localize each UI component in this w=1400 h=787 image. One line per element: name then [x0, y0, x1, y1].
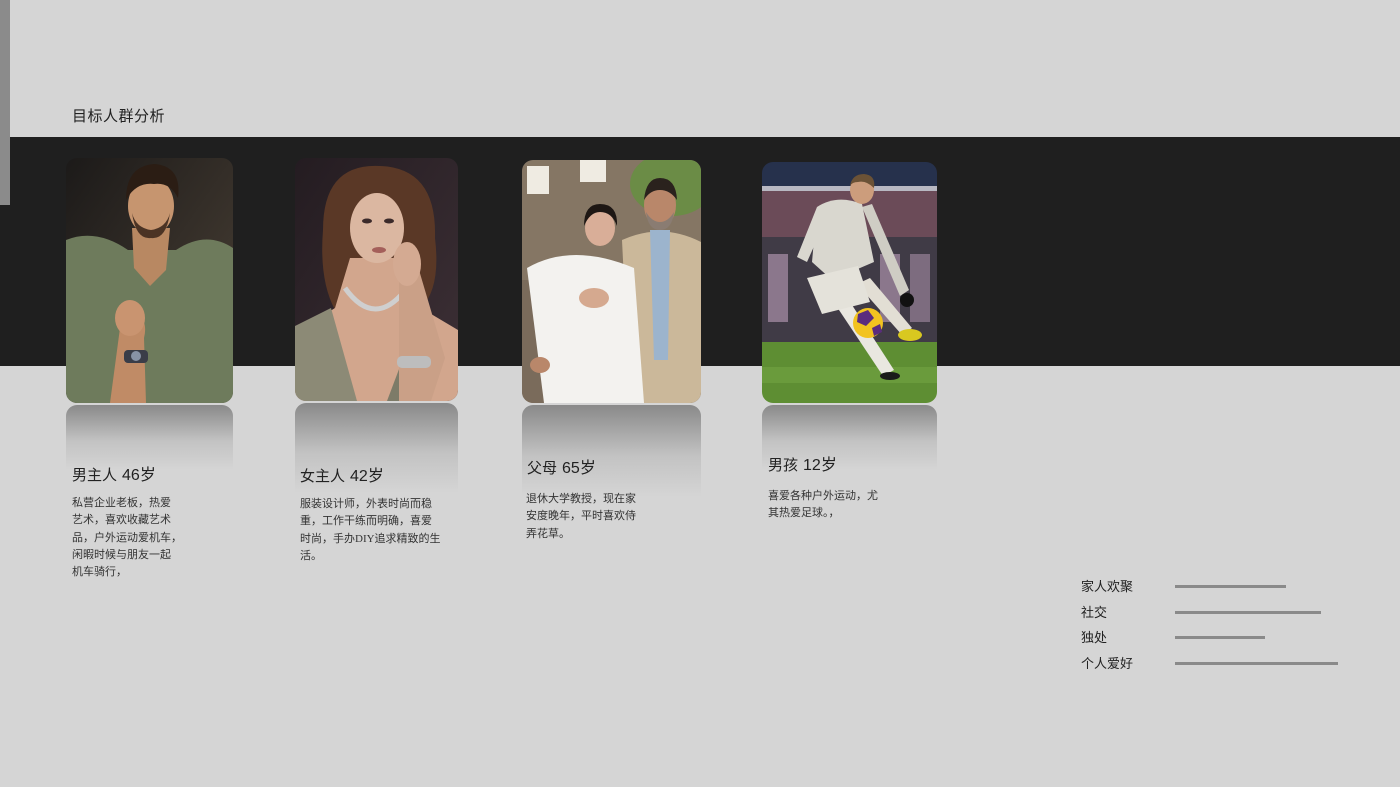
caption-age: 42岁 — [350, 468, 384, 485]
description-line: 重，工作干练而明确，喜爱 — [300, 515, 432, 528]
description-line: 喜爱各种户外运动，尤 — [768, 490, 878, 502]
watch-face — [131, 351, 141, 361]
caption-boy: 男孩 12岁 — [768, 456, 837, 476]
activity-bar — [1175, 636, 1266, 640]
description-line: 退休大学教授，现在家 — [526, 493, 636, 505]
activity-label: 社交 — [1081, 604, 1108, 620]
photo-card-boy — [762, 162, 937, 403]
boot — [880, 372, 900, 380]
photo-boy — [762, 162, 937, 403]
ad-board-letter — [768, 254, 788, 322]
activity-label: 家人欢聚 — [1081, 579, 1134, 594]
activity-row: 社交 — [1081, 600, 1351, 626]
caption-role: 男孩 — [768, 458, 799, 474]
photo-card-mother — [295, 158, 458, 401]
description-boy: 喜爱各种户外运动，尤 其热爱足球。， — [768, 488, 878, 523]
description-line: 安度晚年，平时喜欢侍 — [526, 510, 636, 523]
photo-father — [66, 158, 233, 403]
description-father: 私营企业老板，热爱 艺术，喜欢收藏艺术 品，户外运动爱机车， 闲暇时候与朋友一起… — [72, 495, 182, 581]
activity-bar — [1175, 662, 1339, 666]
window — [580, 160, 606, 182]
description-line: 弄花草。 — [526, 527, 570, 540]
hands — [579, 288, 609, 308]
hand — [393, 242, 421, 286]
description-parents: 退休大学教授，现在家 安度晚年，平时喜欢侍 弄花草。 — [526, 491, 636, 543]
glove — [900, 293, 914, 307]
caption-age: 12岁 — [803, 457, 837, 474]
activity-row: 独处 — [1081, 625, 1351, 651]
photo-card-father — [66, 158, 233, 403]
photo-card-parents — [522, 160, 701, 403]
photo-reflection — [66, 405, 233, 470]
caption-age: 65岁 — [562, 460, 596, 477]
boot — [898, 329, 922, 341]
photo-reflection — [522, 405, 701, 497]
activity-track — [1175, 585, 1345, 588]
description-line: 机车骑行， — [72, 566, 127, 579]
window — [527, 166, 549, 194]
caption-age: 46岁 — [122, 467, 156, 484]
hand — [115, 300, 145, 336]
slide: 目标人群分析 男主人 46岁 女主人 42岁 父母 65岁 男孩 12岁 私营企… — [0, 0, 1400, 787]
eye — [362, 218, 372, 224]
eye — [384, 218, 394, 224]
caption-parents: 父母 65岁 — [527, 459, 596, 479]
description-line: 其热爱足球。， — [768, 507, 840, 520]
page-title: 目标人群分析 — [72, 109, 166, 125]
white-coat — [527, 255, 644, 403]
activity-label: 独处 — [1081, 630, 1108, 646]
activity-track — [1175, 662, 1345, 666]
description-line: 服装设计师，外表时尚而稳 — [300, 498, 432, 510]
caption-mother: 女主人 42岁 — [300, 467, 384, 487]
description-line: 艺术，喜欢收藏艺术 — [72, 514, 171, 527]
bracelet — [397, 356, 431, 368]
ad-board-letter — [910, 254, 930, 322]
activity-track — [1175, 610, 1345, 614]
caption-role: 女主人 — [300, 469, 346, 485]
activity-row: 个人爱好 — [1081, 651, 1351, 677]
activity-bar — [1175, 585, 1286, 588]
rail — [762, 186, 937, 191]
crowd — [762, 162, 937, 190]
grass-stripe — [762, 367, 937, 383]
caption-role: 父母 — [527, 461, 558, 477]
description-line: 时尚，手办DIY追求精致的生 — [300, 532, 441, 545]
description-line: 私营企业老板，热爱 — [72, 497, 171, 509]
caption-role: 男主人 — [72, 468, 118, 484]
description-line: 活。 — [300, 549, 322, 562]
activity-bars: 家人欢聚 社交 独处 个人爱好 — [1081, 574, 1351, 677]
activity-label: 个人爱好 — [1081, 656, 1134, 672]
photo-parents — [522, 160, 701, 403]
accent-strip — [0, 0, 10, 205]
photo-mother — [295, 158, 458, 401]
caption-father: 男主人 46岁 — [72, 466, 156, 486]
activity-row: 家人欢聚 — [1081, 574, 1351, 600]
description-line: 闲暇时候与朋友一起 — [72, 548, 171, 561]
description-mother: 服装设计师，外表时尚而稳 重，工作干练而明确，喜爱 时尚，手办DIY追求精致的生… — [300, 496, 441, 565]
hand — [530, 357, 550, 373]
activity-track — [1175, 636, 1345, 640]
activity-bar — [1175, 610, 1322, 614]
lips — [372, 247, 386, 253]
description-line: 品，户外运动爱机车， — [72, 531, 182, 544]
